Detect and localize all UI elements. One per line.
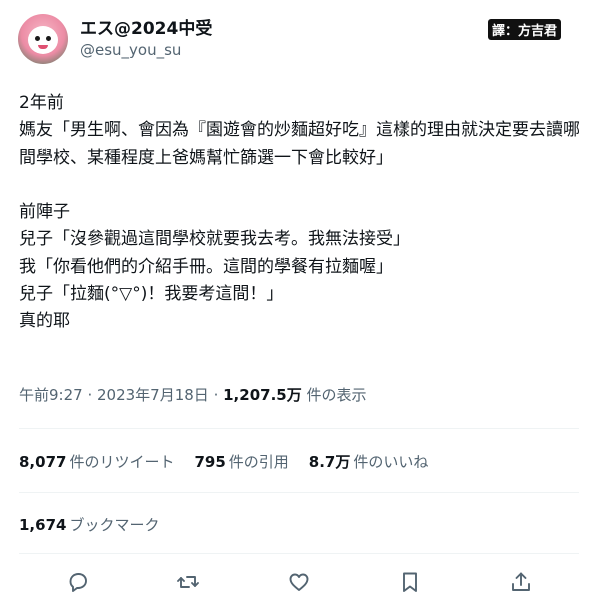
tweet-time[interactable]: 午前9:27 xyxy=(19,386,83,404)
reply-icon[interactable] xyxy=(66,570,90,594)
likes-label: 件のいいね xyxy=(353,453,429,471)
avatar-face xyxy=(28,26,58,54)
retweets-stat[interactable]: 8,077 件のリツイート xyxy=(19,451,174,472)
likes-count: 8.7万 xyxy=(308,453,351,471)
quotes-label: 件の引用 xyxy=(228,453,289,471)
bookmark-icon[interactable] xyxy=(398,570,422,594)
avatar-eye xyxy=(46,36,51,41)
views-count: 1,207.5万 xyxy=(223,386,302,404)
retweets-label: 件のリツイート xyxy=(69,453,175,471)
action-bar xyxy=(0,566,598,600)
meta-separator: · xyxy=(208,386,224,404)
like-icon-graphic xyxy=(289,573,309,591)
share-icon-graphic xyxy=(512,572,530,591)
bookmarks-stat[interactable]: 1,674 ブックマーク xyxy=(19,514,159,535)
retweet-icon[interactable] xyxy=(176,570,200,594)
share-icon[interactable] xyxy=(509,570,533,594)
tweet-text: 2年前 媽友「男生啊、會因為『園遊會的炒麵超好吃』這樣的理由就決定要去讀哪間學校… xyxy=(19,93,580,332)
bookmarks-label: ブックマーク xyxy=(69,516,160,534)
quotes-stat[interactable]: 795 件の引用 xyxy=(194,451,288,472)
tweet-date[interactable]: 2023年7月18日 xyxy=(97,386,209,404)
author-handle[interactable]: @esu_you_su xyxy=(80,41,181,59)
bookmark-icon-graphic xyxy=(403,572,417,592)
likes-stat[interactable]: 8.7万 件のいいね xyxy=(309,451,429,472)
meta-separator: · xyxy=(82,386,97,404)
engagement-stats: 8,077 件のリツイート 795 件の引用 8.7万 件のいいね xyxy=(19,451,448,472)
divider xyxy=(19,553,579,554)
views-label: 件の表示 xyxy=(301,386,367,404)
like-icon[interactable] xyxy=(287,570,311,594)
translator-credit: 譯：方吉君 xyxy=(488,19,562,40)
author-avatar[interactable] xyxy=(18,14,68,64)
author-display-name[interactable]: エス@2024中受 xyxy=(80,14,212,39)
quotes-count: 795 xyxy=(194,453,226,471)
reply-icon-graphic xyxy=(69,573,87,592)
avatar-eye xyxy=(35,36,40,41)
retweets-count: 8,077 xyxy=(19,453,67,471)
retweet-icon-graphic xyxy=(177,576,199,588)
tweet-meta: 午前9:27 · 2023年7月18日 · 1,207.5万 件の表示 xyxy=(19,384,367,405)
divider xyxy=(19,492,579,493)
divider xyxy=(19,428,579,429)
bookmarks-count: 1,674 xyxy=(19,516,67,534)
